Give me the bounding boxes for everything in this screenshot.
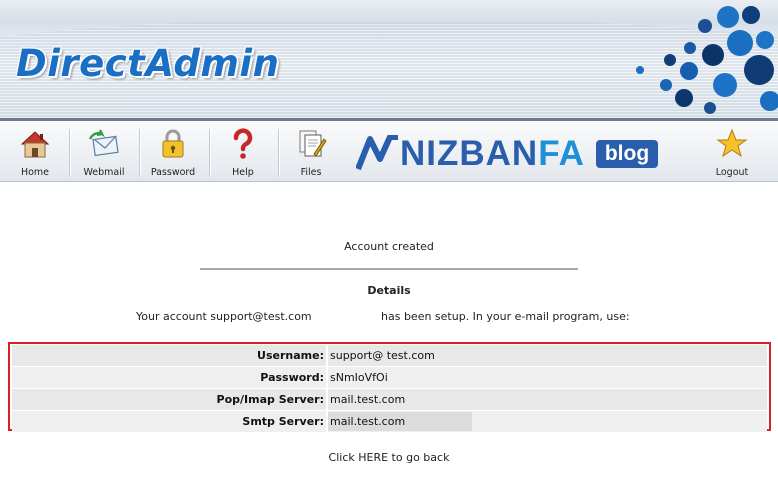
nav-help[interactable]: Help [212,127,274,179]
house-icon [20,131,50,158]
row-value: sNmIoVfOi [330,371,388,384]
account-line-end: has been setup. In your e-mail program, … [381,310,630,323]
brand-text-main: NIZBAN [400,134,539,173]
brand-text-accent: FA [538,134,585,173]
back-link[interactable]: Click HERE to go back [0,451,778,464]
nav-webmail-label: Webmail [83,167,125,178]
nizbanfa-mark-icon [356,135,398,171]
nav-password[interactable]: Password [142,127,204,179]
account-line-start: Your account support@test.com [136,310,312,323]
nav-home-label: Home [20,167,50,178]
nav-files[interactable]: Files [280,127,342,179]
row-label: Password: [260,371,324,384]
cell-divider [326,367,328,388]
cell-divider [326,345,328,366]
header-banner: DirectAdmin [0,0,778,118]
brand-badge: blog [596,140,658,168]
brand-text: NIZBANFA [400,134,585,174]
nav-home[interactable]: Home [4,127,66,179]
row-label: Username: [257,349,324,362]
nav-separator [69,129,71,177]
nav-separator [209,129,211,177]
table-row: Pop/Imap Server: mail.test.com [12,389,767,410]
nav-files-label: Files [300,167,322,178]
table-row: Smtp Server: mail.test.com [12,411,767,432]
row-label: Smtp Server: [242,415,324,428]
lock-icon [162,129,184,158]
nav-separator [139,129,141,177]
mail-icon [88,129,119,157]
nav-webmail[interactable]: Webmail [73,127,135,179]
row-value: support@ test.com [330,349,435,362]
account-details-table: Username: support@ test.com Password: sN… [8,342,771,432]
directadmin-logo: DirectAdmin [16,42,280,85]
divider [200,268,578,270]
row-value: mail.test.com [330,393,406,406]
nizbanfa-logo: NIZBANFA blog [356,131,658,175]
status-message: Account created [344,240,434,253]
row-label: Pop/Imap Server: [216,393,324,406]
star-icon [716,128,748,158]
nav-logout-label: Logout [715,167,749,178]
cell-divider [326,389,328,410]
files-icon [299,130,327,157]
nav-password-label: Password [150,167,196,178]
question-mark-icon [233,128,253,159]
nav-logout[interactable]: Logout [701,127,763,179]
bubbles-decoration [636,6,778,114]
table-row: Username: support@ test.com [12,345,767,366]
row-value: mail.test.com [330,415,406,428]
nav-help-label: Help [232,167,254,178]
section-title: Details [367,284,411,297]
table-row: Password: sNmIoVfOi [12,367,767,388]
nav-separator [278,129,280,177]
